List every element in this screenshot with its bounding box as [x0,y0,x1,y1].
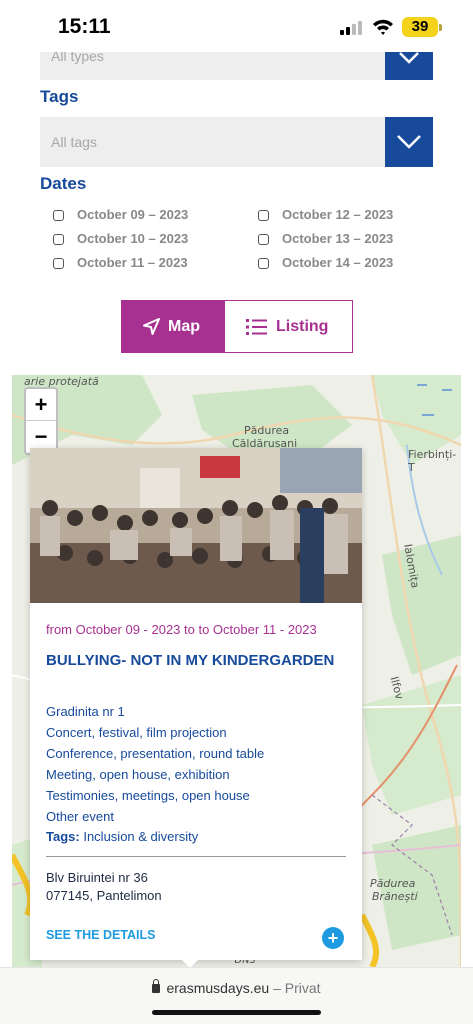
tags-title: Tags [40,87,79,106]
plus-icon[interactable]: + [322,927,344,949]
checkbox[interactable] [258,234,269,245]
status-bar: 15:11 39 [0,0,473,52]
tags-value: Inclusion & diversity [83,829,199,844]
see-details-link[interactable]: SEE THE DETAILS [46,928,156,942]
view-toggle: Map Listing [121,300,353,353]
event-date: from October 09 - 2023 to to October 11 … [46,622,317,637]
url-domain: erasmusdays.eu [166,980,270,996]
tags-dropdown-button[interactable] [385,117,433,167]
tags-placeholder: All tags [51,134,97,150]
event-info-line: Meeting, open house, exhibition [46,767,230,782]
event-info-line: Testimonies, meetings, open house [46,788,250,803]
map-label-padurea-2: Pădurea [370,877,416,890]
address-line-2: 077145, Pantelimon [46,888,162,903]
event-info-line: Concert, festival, film projection [46,725,227,740]
map-label: Map [168,318,200,335]
tags-select[interactable]: All tags [40,117,433,167]
event-popup: from October 09 - 2023 to to October 11 … [30,448,362,960]
event-info-line: Conference, presentation, round table [46,746,265,761]
lock-icon [152,979,161,993]
divider [46,856,346,857]
list-icon [246,319,267,335]
zoom-control: + − [24,387,58,455]
navigation-arrow-icon [143,318,160,335]
checkbox[interactable] [53,234,64,245]
checkbox[interactable] [258,258,269,269]
map-label-branesti: Brănești [372,890,418,903]
checkbox[interactable] [53,258,64,269]
address-line-1: Blv Biruintei nr 36 [46,870,148,885]
event-photo [30,448,362,603]
url-display[interactable]: erasmusdays.eu – Privat [0,979,473,996]
private-label: – Privat [273,980,321,996]
status-time: 15:11 [58,15,111,38]
zoom-in-button[interactable]: + [26,389,56,421]
battery-tip [439,24,442,31]
signal-icon [340,21,366,35]
map-label-fierbinti: Fierbinți-T [408,448,457,474]
chevron-down-icon [397,135,421,149]
event-info-line: Other event [46,809,114,824]
dates-title: Dates [40,174,87,193]
event-title: BULLYING- NOT IN MY KINDERGARDEN [46,652,335,669]
chevron-down-icon [399,52,419,64]
home-indicator[interactable] [152,1010,321,1015]
battery-indicator: 39 [402,17,438,37]
listing-label: Listing [276,318,329,335]
browser-bar: erasmusdays.eu – Privat [0,967,473,1024]
event-tags: Tags: Inclusion & diversity [46,829,198,844]
listing-view-button[interactable]: Listing [225,301,351,352]
wifi-icon [373,19,393,35]
map-label-padurea: Pădurea [244,424,290,437]
checkbox[interactable] [53,210,64,221]
map-view-button[interactable]: Map [122,301,225,352]
checkbox[interactable] [258,210,269,221]
event-info-line: Gradinita nr 1 [46,704,125,719]
tags-label: Tags: [46,829,80,844]
